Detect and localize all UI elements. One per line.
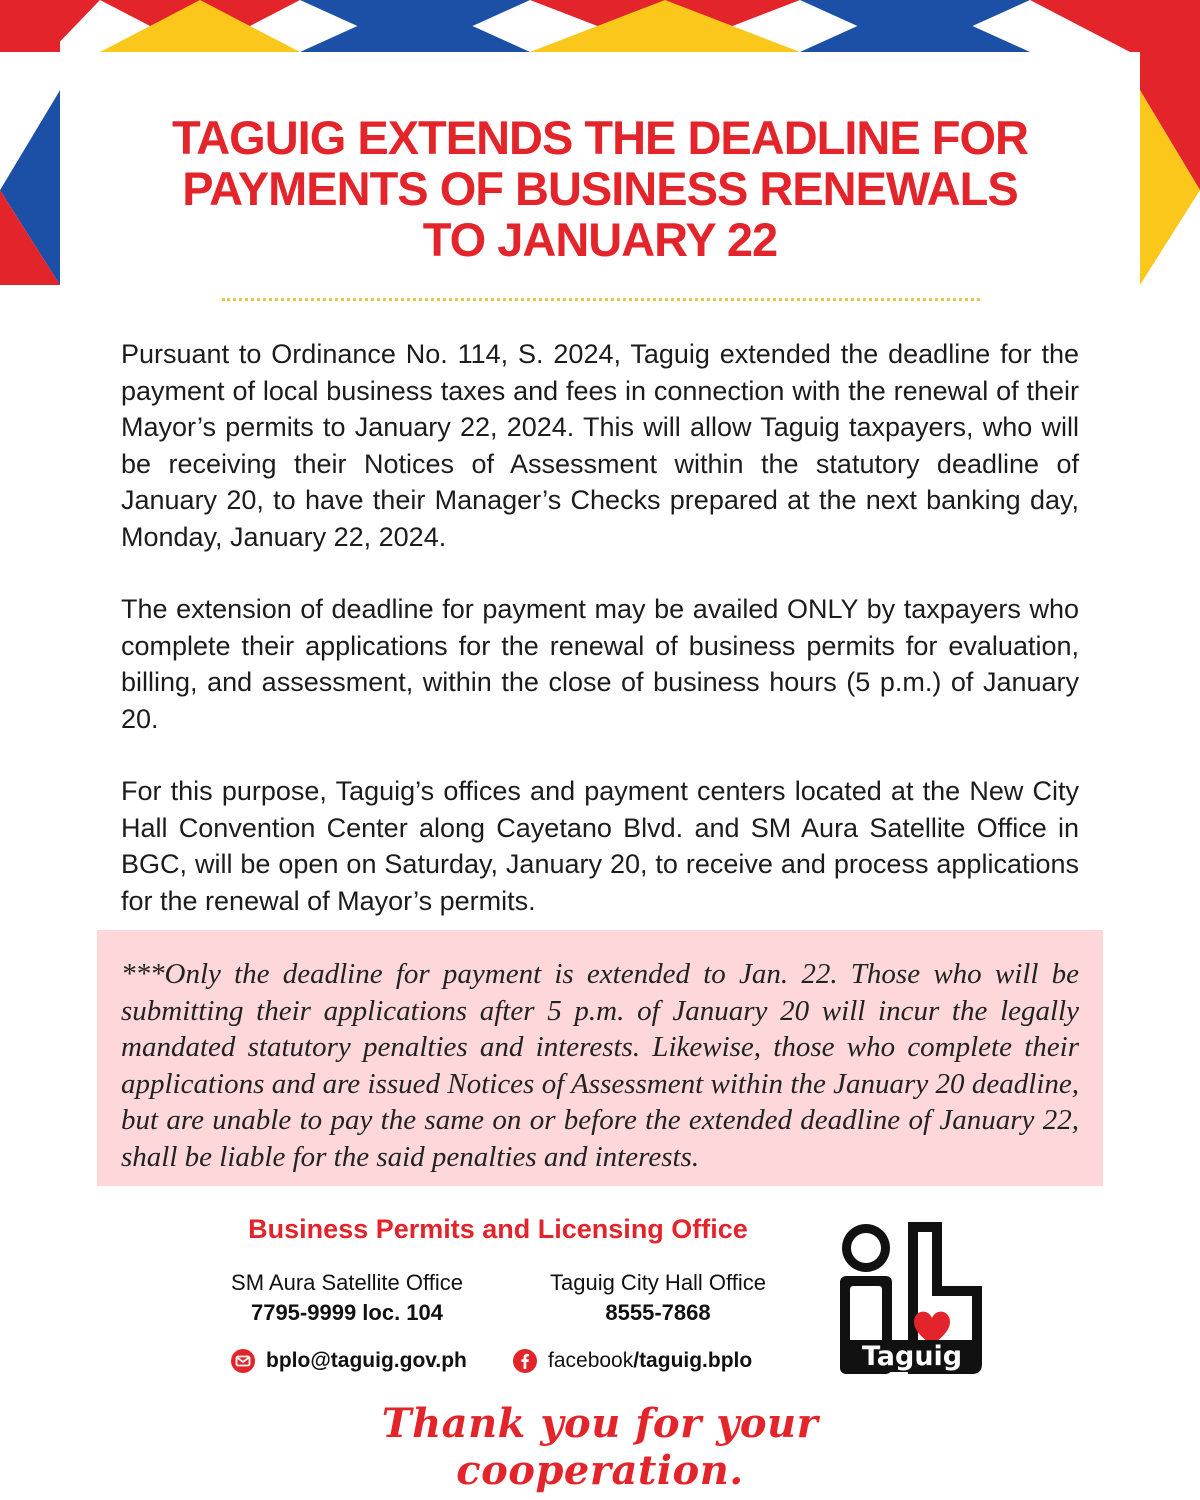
facebook-handle[interactable]: /taguig.bplo (633, 1349, 752, 1373)
contact-number[interactable]: 8555-7868 (508, 1298, 808, 1328)
facebook-prefix: facebook (548, 1349, 634, 1372)
taguig-logo: Taguig (840, 1222, 982, 1374)
notice-text: ***Only the deadline for payment is exte… (121, 958, 1079, 1173)
office-name: Business Permits and Licensing Office (248, 1214, 748, 1244)
title-line-2: PAYMENTS OF BUSINESS RENEWALS (182, 162, 1018, 215)
email-contact[interactable]: bplo@taguig.gov.ph (230, 1348, 467, 1374)
title-line-1: TAGUIG EXTENDS THE DEADLINE FOR (172, 111, 1029, 164)
paragraph-eligibility: The extension of deadline for payment ma… (121, 594, 1079, 734)
paragraph-offices: For this purpose, Taguig’s offices and p… (121, 776, 1079, 916)
mail-icon (230, 1348, 256, 1374)
dotted-divider (222, 298, 980, 301)
contact-sm-aura: SM Aura Satellite Office 7795-9999 loc. … (197, 1268, 497, 1328)
logo-text: Taguig (862, 1341, 962, 1372)
thank-you-message: Thank you for your cooperation. (381, 1400, 819, 1494)
notice-box: ***Only the deadline for payment is exte… (97, 930, 1103, 1186)
page-title: TAGUIG EXTENDS THE DEADLINE FOR PAYMENTS… (60, 112, 1140, 265)
paragraph-ordinance: Pursuant to Ordinance No. 114, S. 2024, … (121, 339, 1079, 552)
contact-name: SM Aura Satellite Office (231, 1270, 463, 1295)
email-address[interactable]: bplo@taguig.gov.ph (266, 1349, 467, 1373)
facebook-contact[interactable]: facebook/taguig.bplo (512, 1348, 752, 1374)
title-line-3: TO JANUARY 22 (422, 213, 778, 266)
facebook-icon (512, 1348, 538, 1374)
contact-name: Taguig City Hall Office (549, 1270, 766, 1295)
contact-number[interactable]: 7795-9999 loc. 104 (197, 1298, 497, 1328)
contact-city-hall: Taguig City Hall Office 8555-7868 (508, 1268, 808, 1328)
